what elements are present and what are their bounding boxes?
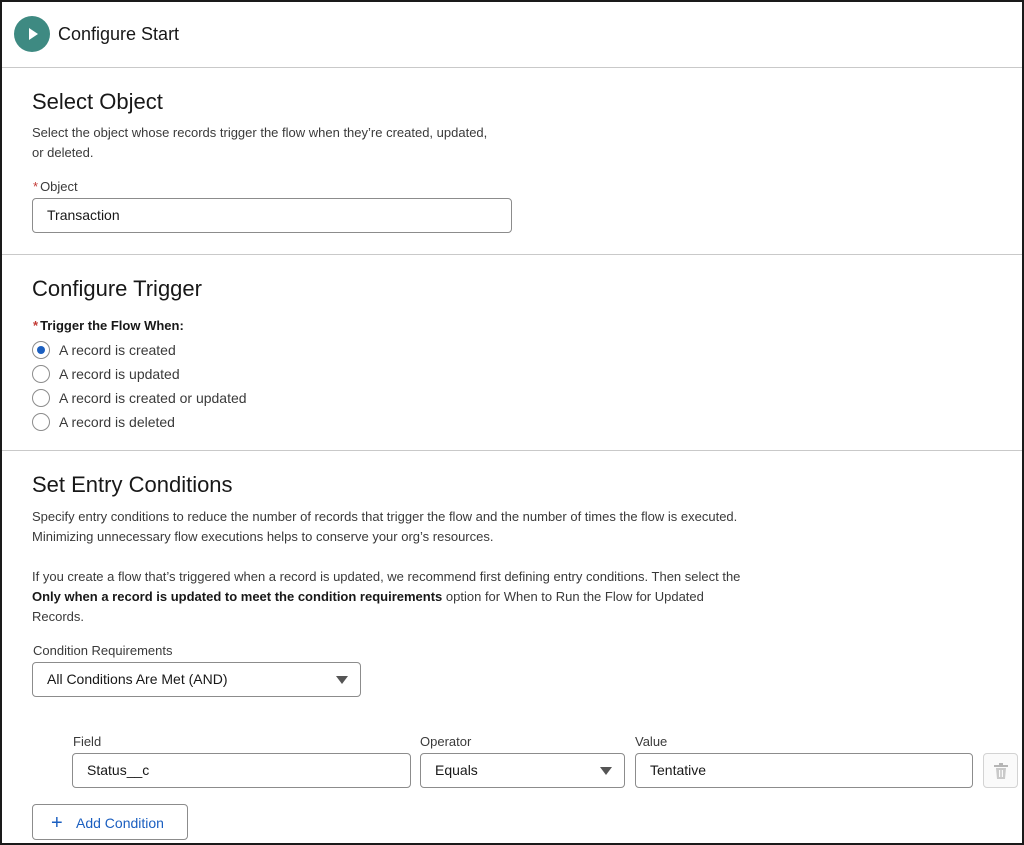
radio-button[interactable] [32,389,50,407]
required-asterisk: * [33,318,39,333]
trash-icon [994,763,1008,779]
radio-button[interactable] [32,365,50,383]
configure-trigger-title: Configure Trigger [32,276,202,301]
configure-start-panel: Configure Start Select Object Select the… [0,0,1024,845]
required-asterisk: * [33,179,39,194]
field-label: Field [73,734,102,749]
chevron-down-icon [336,676,348,684]
entry-conditions-note: If you create a flow that’s triggered wh… [32,569,741,624]
condition-requirements-label: Condition Requirements [33,643,173,658]
chevron-down-icon [600,767,612,775]
value-label: Value [635,734,668,749]
panel-title: Configure Start [58,24,180,44]
condition-operator-select[interactable]: Equals [420,753,625,788]
object-input[interactable]: Transaction [32,198,512,233]
select-object-section: Select Object Select the object whose re… [2,68,1022,255]
radio-button[interactable] [32,413,50,431]
condition-requirements-select[interactable]: All Conditions Are Met (AND) [32,662,361,697]
add-condition-button[interactable]: + Add Condition [32,804,188,840]
select-object-description: Select the object whose records trigger … [32,125,488,160]
delete-condition-button[interactable] [983,753,1018,788]
select-object-title: Select Object [32,89,163,114]
entry-conditions-section: Set Entry Conditions Specify entry condi… [2,451,1022,843]
entry-conditions-description: Specify entry conditions to reduce the n… [32,509,738,544]
radio-button-checked[interactable] [32,341,50,359]
operator-label: Operator [420,734,472,749]
panel-header: Configure Start [2,2,1022,68]
configure-trigger-section: Configure Trigger * Trigger the Flow When… [2,255,1022,451]
object-label: * Object [33,179,78,194]
trigger-when-label: * Trigger the Flow When: [33,318,184,333]
condition-value-input[interactable]: Tentative [635,753,973,788]
condition-field-input[interactable]: Status__c [72,753,411,788]
plus-icon: + [51,812,63,834]
entry-conditions-title: Set Entry Conditions [32,472,233,497]
play-icon [14,16,50,52]
